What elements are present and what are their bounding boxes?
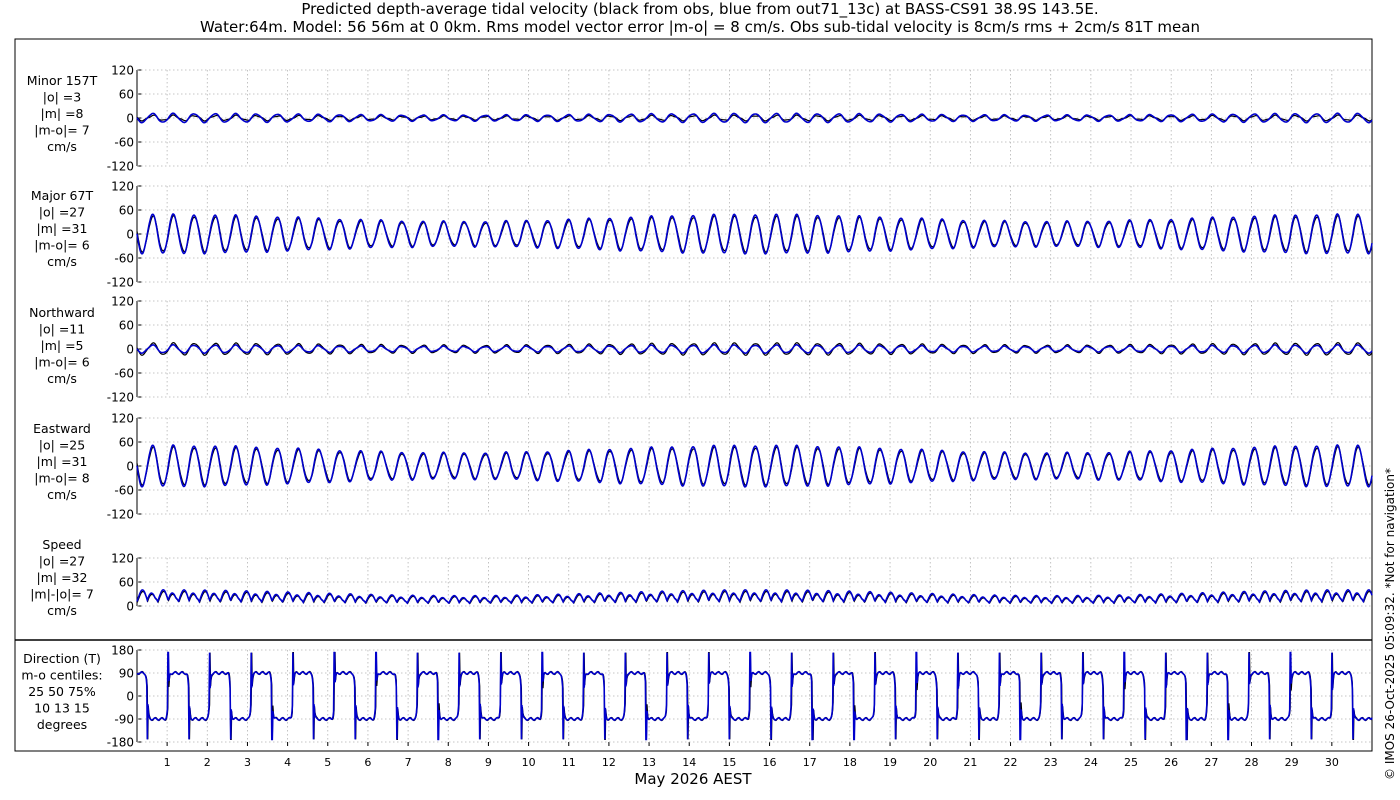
major-label-line: cm/s	[47, 254, 77, 269]
major-label-line: |o| =27	[39, 205, 85, 220]
major-label-line: Major 67T	[31, 188, 94, 203]
y-tick-label: 120	[111, 295, 134, 309]
direction-label-line: 25 50 75%	[28, 684, 96, 699]
northward-label-line: Northward	[29, 305, 95, 320]
y-tick-label: 180	[111, 644, 134, 658]
x-tick-label: 3	[244, 756, 251, 769]
y-tick-label: 120	[111, 412, 134, 426]
speed-model-series	[136, 588, 1373, 605]
x-tick-label: 21	[963, 756, 977, 769]
eastward-label-line: Eastward	[33, 421, 91, 436]
northward-label-line: |m| =5	[41, 338, 84, 353]
direction-label-line: 10 13 15	[34, 701, 90, 716]
y-tick-label: -120	[107, 276, 134, 290]
y-tick-label: 60	[119, 436, 134, 450]
eastward-label-line: cm/s	[47, 487, 77, 502]
y-tick-label: -60	[114, 252, 134, 266]
x-tick-label: 28	[1245, 756, 1259, 769]
y-tick-label: 120	[111, 180, 134, 194]
x-tick-label: 9	[485, 756, 492, 769]
x-tick-label: 7	[405, 756, 412, 769]
minor-label-line: |m-o|= 7	[34, 123, 89, 138]
x-tick-label: 12	[602, 756, 616, 769]
copyright-notice: © IMOS 26-Oct-2025 05:09:32. *Not for na…	[1383, 468, 1397, 780]
y-tick-label: 0	[126, 228, 134, 242]
y-tick-label: 90	[119, 667, 134, 681]
x-tick-label: 22	[1004, 756, 1018, 769]
x-tick-label: 11	[562, 756, 576, 769]
x-tick-label: 13	[642, 756, 656, 769]
x-axis-label: May 2026 AEST	[634, 770, 752, 788]
x-tick-label: 30	[1325, 756, 1339, 769]
x-tick-label: 19	[883, 756, 897, 769]
x-tick-label: 20	[923, 756, 937, 769]
x-tick-label: 4	[284, 756, 291, 769]
y-tick-label: -60	[114, 136, 134, 150]
direction-label-line: degrees	[37, 717, 87, 732]
direction-label-line: m-o centiles:	[21, 668, 102, 683]
y-tick-label: 60	[119, 576, 134, 590]
x-tick-label: 23	[1044, 756, 1058, 769]
y-tick-label: 0	[126, 460, 134, 474]
eastward-label-line: |m-o|= 8	[34, 471, 89, 486]
x-tick-label: 27	[1204, 756, 1218, 769]
y-tick-label: -120	[107, 160, 134, 174]
y-tick-label: 120	[111, 64, 134, 78]
copyright-text: © IMOS 26-Oct-2025 05:09:32. *Not for na…	[1383, 468, 1397, 780]
y-tick-label: -180	[107, 736, 134, 750]
x-tick-label: 16	[763, 756, 777, 769]
y-tick-label: -60	[114, 367, 134, 381]
y-tick-label: -60	[114, 484, 134, 498]
speed-label-line: |m| =32	[37, 570, 88, 585]
y-tick-label: 0	[126, 343, 134, 357]
y-tick-label: -120	[107, 508, 134, 522]
northward-label-line: cm/s	[47, 371, 77, 386]
x-tick-label: 29	[1285, 756, 1299, 769]
major-label-line: |m-o|= 6	[34, 238, 89, 253]
x-tick-label: 15	[722, 756, 736, 769]
northward-label-line: |m-o|= 6	[34, 355, 89, 370]
y-tick-label: 120	[111, 552, 134, 566]
x-tick-label: 5	[324, 756, 331, 769]
minor-label-line: cm/s	[47, 139, 77, 154]
speed-label-line: |o| =27	[39, 554, 85, 569]
minor-label-line: Minor 157T	[27, 73, 98, 88]
tidal-velocity-chart: 1 2 3 4 5 6 7 8 9 10 11 12 13 14 15 16 17 18 19 20 21 22 23 24 2…	[14, 38, 1373, 788]
direction-label-line: Direction (T)	[23, 651, 101, 666]
eastward-label-line: |m| =31	[37, 454, 88, 469]
northward-label-line: |o| =11	[39, 322, 85, 337]
y-tick-label: 0	[126, 112, 134, 126]
y-tick-label: 0	[126, 600, 134, 614]
speed-label-line: Speed	[42, 537, 81, 552]
x-tick-label: 2	[204, 756, 211, 769]
x-tick-label: 17	[803, 756, 817, 769]
minor-label-line: |o| =3	[43, 90, 81, 105]
eastward-label-line: |o| =25	[39, 438, 85, 453]
outer-frame	[14, 38, 1373, 752]
x-tick-label: 25	[1124, 756, 1138, 769]
x-tick-label: 6	[364, 756, 371, 769]
x-tick-label: 10	[522, 756, 536, 769]
y-tick-label: 60	[119, 88, 134, 102]
x-tick-label: 18	[843, 756, 857, 769]
x-tick-label: 8	[445, 756, 452, 769]
y-tick-label: -90	[114, 713, 134, 727]
y-tick-label: 60	[119, 319, 134, 333]
major-label-line: |m| =31	[37, 221, 88, 236]
x-tick-label: 14	[682, 756, 696, 769]
speed-label-line: |m|-|o|= 7	[30, 587, 94, 602]
x-tick-label: 24	[1084, 756, 1098, 769]
y-tick-label: 0	[126, 690, 134, 704]
x-tick-label: 26	[1164, 756, 1178, 769]
minor-label-line: |m| =8	[41, 106, 84, 121]
y-tick-label: -120	[107, 391, 134, 405]
x-tick-label: 1	[164, 756, 171, 769]
speed-label-line: cm/s	[47, 603, 77, 618]
y-tick-label: 60	[119, 204, 134, 218]
